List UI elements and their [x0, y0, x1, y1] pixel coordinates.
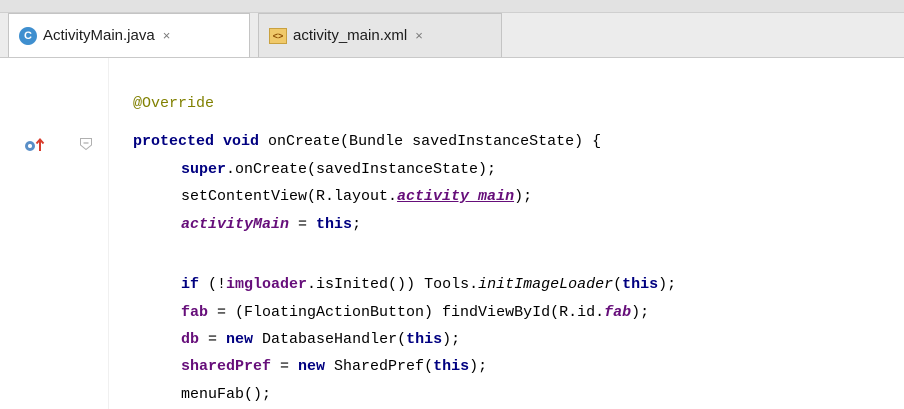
code-text: =: [199, 331, 227, 348]
code-text: ;: [352, 216, 362, 233]
keyword-token: new: [298, 358, 326, 375]
keyword-token: this: [406, 331, 443, 348]
tab-activitymain-java[interactable]: C ActivityMain.java ×: [8, 13, 250, 57]
field-token: fab: [181, 304, 209, 321]
keyword-token: this: [622, 276, 659, 293]
code-text: =: [289, 216, 317, 233]
code-line: db = new DatabaseHandler(this);: [181, 328, 460, 352]
code-text: (: [613, 276, 623, 293]
code-text: SharedPref(: [325, 358, 434, 375]
close-icon[interactable]: ×: [415, 28, 423, 43]
field-token: sharedPref: [181, 358, 272, 375]
tab-label: ActivityMain.java: [43, 27, 155, 44]
static-field-token: activity_main: [397, 188, 515, 205]
tab-activity-main-xml[interactable]: <> activity_main.xml ×: [258, 13, 502, 57]
code-text: );: [469, 358, 488, 375]
close-icon[interactable]: ×: [163, 28, 171, 43]
code-text: setContentView(R.layout.: [181, 188, 398, 205]
code-line: fab = (FloatingActionButton) findViewByI…: [181, 301, 649, 325]
code-text: =: [271, 358, 299, 375]
xml-file-icon: <>: [269, 27, 287, 44]
fold-icon[interactable]: [79, 137, 93, 151]
editor-gutter: [0, 58, 100, 409]
keyword-token: void: [223, 133, 260, 150]
code-text: onCreate(Bundle savedInstanceState) {: [259, 133, 602, 150]
static-field-token: activityMain: [181, 216, 290, 233]
static-method-token: initImageLoader: [478, 276, 614, 293]
code-text: menuFab();: [181, 386, 272, 403]
code-text: );: [658, 276, 677, 293]
keyword-token: this: [316, 216, 353, 233]
keyword-token: this: [433, 358, 470, 375]
field-token: db: [181, 331, 200, 348]
editor-tab-bar: C ActivityMain.java × <> activity_main.x…: [0, 13, 904, 58]
code-line: menuFab();: [181, 383, 271, 407]
code-text: );: [514, 188, 533, 205]
code-line: if (!imgloader.isInited()) Tools.initIma…: [181, 273, 676, 297]
keyword-token: super: [181, 161, 227, 178]
keyword-token: protected: [133, 133, 215, 150]
code-text: .onCreate(savedInstanceState);: [226, 161, 497, 178]
code-line: protected void onCreate(Bundle savedInst…: [133, 130, 601, 154]
override-method-icon[interactable]: [24, 137, 46, 153]
code-text: DatabaseHandler(: [253, 331, 407, 348]
code-text: );: [442, 331, 461, 348]
tab-label: activity_main.xml: [293, 27, 408, 44]
java-class-icon: C: [19, 26, 37, 45]
code-line: @Override: [133, 92, 214, 116]
code-line: sharedPref = new SharedPref(this);: [181, 355, 487, 379]
code-line: activityMain = this;: [181, 213, 361, 237]
code-line: super.onCreate(savedInstanceState);: [181, 158, 496, 182]
gutter-separator: [108, 58, 109, 409]
annotation-token: @Override: [133, 95, 215, 112]
code-text: = (FloatingActionButton) findViewById(R.…: [208, 304, 605, 321]
code-line: setContentView(R.layout.activity_main);: [181, 185, 532, 209]
editor-top-strip: [0, 0, 904, 13]
code-text: .isInited()) Tools.: [307, 276, 479, 293]
code-text: );: [631, 304, 650, 321]
keyword-token: new: [226, 331, 254, 348]
field-token: imgloader: [226, 276, 308, 293]
code-text: (!: [199, 276, 227, 293]
keyword-token: if: [181, 276, 200, 293]
static-field-token: fab: [604, 304, 632, 321]
